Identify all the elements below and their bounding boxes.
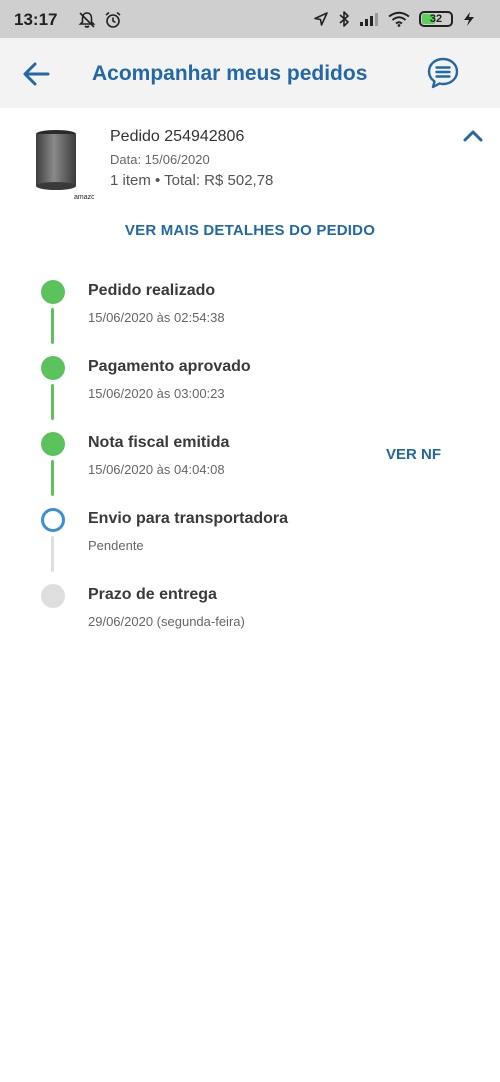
back-arrow-icon[interactable] (22, 60, 52, 88)
charging-icon (464, 12, 474, 26)
timeline-connector (51, 308, 54, 344)
status-bar: 13:17 32 (0, 0, 500, 38)
step-done-dot (41, 280, 65, 304)
timeline-step-pagamento-aprovado: Pagamento aprovado 15/06/2020 às 03:00:2… (0, 346, 500, 422)
order-number: Pedido 254942806 (110, 128, 245, 145)
step-future-dot (41, 584, 65, 608)
view-order-details-link[interactable]: VER MAIS DETALHES DO PEDIDO (0, 222, 500, 239)
alarm-icon (105, 11, 121, 28)
timeline-connector (51, 536, 54, 572)
step-timestamp: 15/06/2020 às 03:00:23 (88, 386, 225, 401)
timeline-connector (51, 384, 54, 420)
step-title: Pagamento aprovado (88, 358, 251, 375)
notifications-off-icon (78, 12, 96, 28)
step-done-dot (41, 356, 65, 380)
product-image: amazon (36, 130, 94, 201)
step-title: Prazo de entrega (88, 586, 217, 603)
step-title: Nota fiscal emitida (88, 434, 230, 451)
chevron-up-icon[interactable] (462, 128, 484, 144)
order-date: Data: 15/06/2020 (110, 152, 210, 167)
battery-icon: 32 (419, 11, 453, 27)
signal-icon (360, 13, 378, 26)
wifi-icon (388, 11, 410, 27)
step-date: 29/06/2020 (segunda-feira) (88, 614, 245, 629)
battery-level: 32 (429, 13, 443, 25)
timeline-step-prazo-entrega: Prazo de entrega 29/06/2020 (segunda-fei… (0, 574, 500, 650)
bluetooth-icon (339, 11, 349, 27)
timeline-connector (51, 460, 54, 496)
app-bar: Acompanhar meus pedidos (0, 38, 500, 108)
step-current-dot (41, 508, 65, 532)
timeline-step-envio-transportadora: Envio para transportadora Pendente (0, 498, 500, 574)
step-timestamp: 15/06/2020 às 02:54:38 (88, 310, 225, 325)
chat-bubble-icon[interactable] (426, 56, 460, 90)
step-title: Pedido realizado (88, 282, 216, 299)
step-status: Pendente (88, 538, 144, 553)
step-title: Envio para transportadora (88, 510, 289, 527)
view-invoice-link[interactable]: VER NF (386, 446, 441, 463)
timeline-step-pedido-realizado: Pedido realizado 15/06/2020 às 02:54:38 (0, 270, 500, 346)
step-done-dot (41, 432, 65, 456)
page-title: Acompanhar meus pedidos (92, 62, 368, 85)
order-total: 1 item • Total: R$ 502,78 (110, 172, 274, 189)
order-summary: amazon Pedido 254942806 Data: 15/06/2020… (0, 108, 500, 201)
product-brand-logo: amazon (74, 194, 94, 201)
step-timestamp: 15/06/2020 às 04:04:08 (88, 462, 225, 477)
status-time: 13:17 (14, 10, 58, 29)
location-arrow-icon (314, 12, 328, 26)
